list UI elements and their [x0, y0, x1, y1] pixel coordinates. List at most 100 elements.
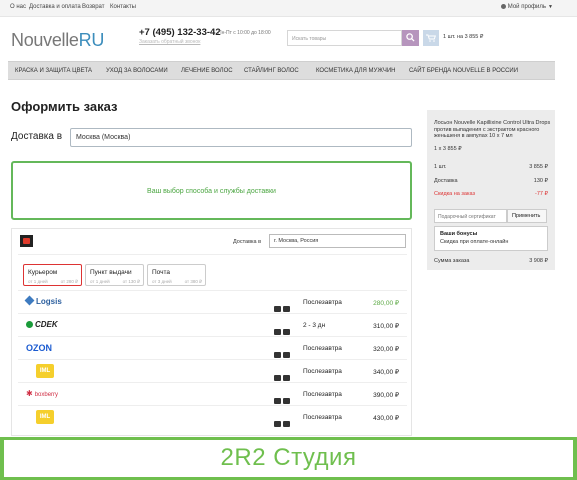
divider — [18, 254, 407, 255]
carrier-logo: CDEK — [26, 320, 58, 332]
gift-certificate-input[interactable]: Подарочный сертификат — [434, 209, 507, 223]
callback-link[interactable]: Заказать обратный звонок — [139, 39, 200, 45]
profile-menu[interactable]: Мой профиль ▼ — [500, 4, 553, 10]
nav-item-color[interactable]: КРАСКА И ЗАЩИТА ЦВЕТА — [15, 68, 92, 74]
discount-label: Скидка на заказ — [434, 191, 476, 197]
delivery-widget: Доставка в г. Москва, Россия Курьером от… — [11, 228, 412, 436]
tab-label: Почта — [152, 269, 171, 276]
delivery-price: 280,00 ₽ — [373, 300, 399, 307]
carrier-logo: OZON — [26, 343, 52, 355]
payment-icons — [274, 368, 292, 381]
carrier-row[interactable]: Logsis Послезавтра 280,00 ₽ — [18, 290, 407, 313]
carrier-row[interactable]: ✱ boxberry Послезавтра 390,00 ₽ — [18, 382, 407, 405]
carrier-name: IML — [36, 364, 54, 378]
logo-part-1: Nouvelle — [11, 30, 79, 50]
delivery-day: Послезавтра — [303, 345, 342, 352]
widget-city-input[interactable]: г. Москва, Россия — [269, 234, 406, 248]
tab-label: Курьером — [28, 269, 58, 276]
delivery-price: 310,00 ₽ — [373, 323, 399, 330]
carrier-row[interactable]: IML Послезавтра 430,00 ₽ — [18, 405, 407, 428]
count-label: 1 шт. — [434, 164, 447, 170]
working-hours: Пн-Пт с 10:00 до 18:00 — [218, 30, 271, 36]
delivery-day: Послезавтра — [303, 391, 342, 398]
tab-price: от 280 ₽ — [60, 279, 78, 284]
delivery-label: Доставка в — [11, 131, 63, 142]
carrier-row[interactable]: IML Послезавтра 340,00 ₽ — [18, 359, 407, 382]
search-input[interactable]: Искать товары — [287, 30, 402, 46]
delivery-cost-label: Доставка — [434, 178, 458, 184]
shipping-method-box[interactable]: Ваш выбор способа и службы доставки — [11, 161, 412, 220]
delivery-price: 390,00 ₽ — [373, 392, 399, 399]
link-return[interactable]: Возврат — [82, 4, 105, 10]
carrier-logo: IML — [36, 364, 54, 378]
delivery-city-input[interactable]: Москва (Москва) — [70, 128, 412, 147]
card-icon — [274, 375, 281, 381]
link-delivery[interactable]: Доставка и оплата — [29, 4, 81, 10]
nav-item-men[interactable]: КОСМЕТИКА ДЛЯ МУЖЧИН — [316, 68, 396, 74]
cash-icon — [283, 398, 290, 404]
site-logo[interactable]: NouvelleRU — [11, 30, 104, 51]
carrier-row[interactable]: OZON Послезавтра 320,00 ₽ — [18, 336, 407, 359]
tab-courier[interactable]: Курьером от 1 дней от 280 ₽ — [23, 264, 82, 286]
payment-icons — [274, 322, 292, 335]
tab-pickup[interactable]: Пункт выдачи от 1 дней от 130 ₽ — [85, 264, 144, 286]
cash-icon — [283, 352, 290, 358]
cash-icon — [283, 375, 290, 381]
user-icon — [500, 4, 506, 9]
card-icon — [274, 398, 281, 404]
delivery-day: Послезавтра — [303, 299, 342, 306]
tab-price: от 380 ₽ — [184, 279, 202, 284]
tab-days: от 1 дней — [90, 279, 110, 284]
cart-summary[interactable]: 1 шт. на 3 855 ₽ — [443, 34, 483, 40]
card-icon — [274, 352, 281, 358]
nav-item-treatment[interactable]: ЛЕЧЕНИЕ ВОЛОС — [181, 68, 233, 74]
card-icon — [274, 306, 281, 312]
cart-button[interactable] — [423, 30, 439, 46]
tab-price: от 130 ₽ — [122, 279, 140, 284]
discount-value: -77 ₽ — [535, 191, 548, 197]
nav-item-brand-site[interactable]: САЙТ БРЕНДА NOUVELLE В РОССИИ — [409, 68, 518, 74]
link-about[interactable]: О нас — [10, 4, 26, 10]
bonus-text: Скидка при оплате-онлайн — [440, 239, 509, 245]
nav-item-care[interactable]: УХОД ЗА ВОЛОСАМИ — [106, 68, 168, 74]
card-icon — [274, 329, 281, 335]
phone-number[interactable]: +7 (495) 132-33-42 — [139, 27, 221, 38]
payment-icons — [274, 345, 292, 358]
carrier-name: IML — [36, 410, 54, 424]
carrier-logo: Logsis — [24, 295, 62, 309]
main-nav: КРАСКА И ЗАЩИТА ЦВЕТА УХОД ЗА ВОЛОСАМИ Л… — [8, 61, 555, 80]
tab-days: от 1 дней — [28, 279, 48, 284]
carrier-name: OZON — [26, 343, 52, 353]
product-name[interactable]: Лосьон Nouvelle Kapillixine Control Ultr… — [434, 120, 551, 140]
banner-inner: 2R2 Студия — [4, 440, 573, 477]
nav-item-styling[interactable]: СТАЙЛИНГ ВОЛОС — [244, 68, 299, 74]
carrier-name: Logsis — [36, 297, 62, 306]
delivery-price: 430,00 ₽ — [373, 415, 399, 422]
profile-label: Мой профиль — [507, 4, 547, 10]
apply-button[interactable]: Применить — [507, 209, 547, 223]
shipping-prompt: Ваш выбор способа и службы доставки — [147, 188, 276, 195]
studio-banner: 2R2 Студия — [0, 437, 577, 480]
tab-label: Пункт выдачи — [90, 269, 132, 276]
widget-logo-icon — [20, 235, 33, 247]
bonus-title: Ваши бонусы — [440, 231, 478, 237]
carrier-logo: IML — [36, 410, 54, 424]
payment-icons — [274, 391, 292, 404]
product-qty-line: 1 x 3 855 ₽ — [434, 146, 462, 152]
total-value: 3 908 ₽ — [529, 258, 548, 264]
delivery-day: Послезавтра — [303, 368, 342, 375]
payment-icons — [274, 299, 292, 312]
top-bar: О нас Доставка и оплата Возврат Контакты… — [0, 0, 577, 17]
payment-icons — [274, 414, 292, 427]
boxberry-icon: ✱ — [26, 389, 33, 398]
delivery-cost-value: 130 ₽ — [533, 178, 548, 184]
logo-part-2: RU — [78, 30, 105, 50]
carrier-row[interactable]: CDEK 2 - 3 дн 310,00 ₽ — [18, 313, 407, 336]
order-summary: Лосьон Nouvelle Kapillixine Control Ultr… — [427, 110, 555, 270]
page-title: Оформить заказ — [11, 99, 118, 114]
widget-delivery-label: Доставка в — [233, 239, 262, 245]
tab-post[interactable]: Почта от 3 дней от 380 ₽ — [147, 264, 206, 286]
cash-icon — [283, 306, 290, 312]
search-button[interactable] — [402, 30, 419, 46]
link-contacts[interactable]: Контакты — [110, 4, 136, 10]
